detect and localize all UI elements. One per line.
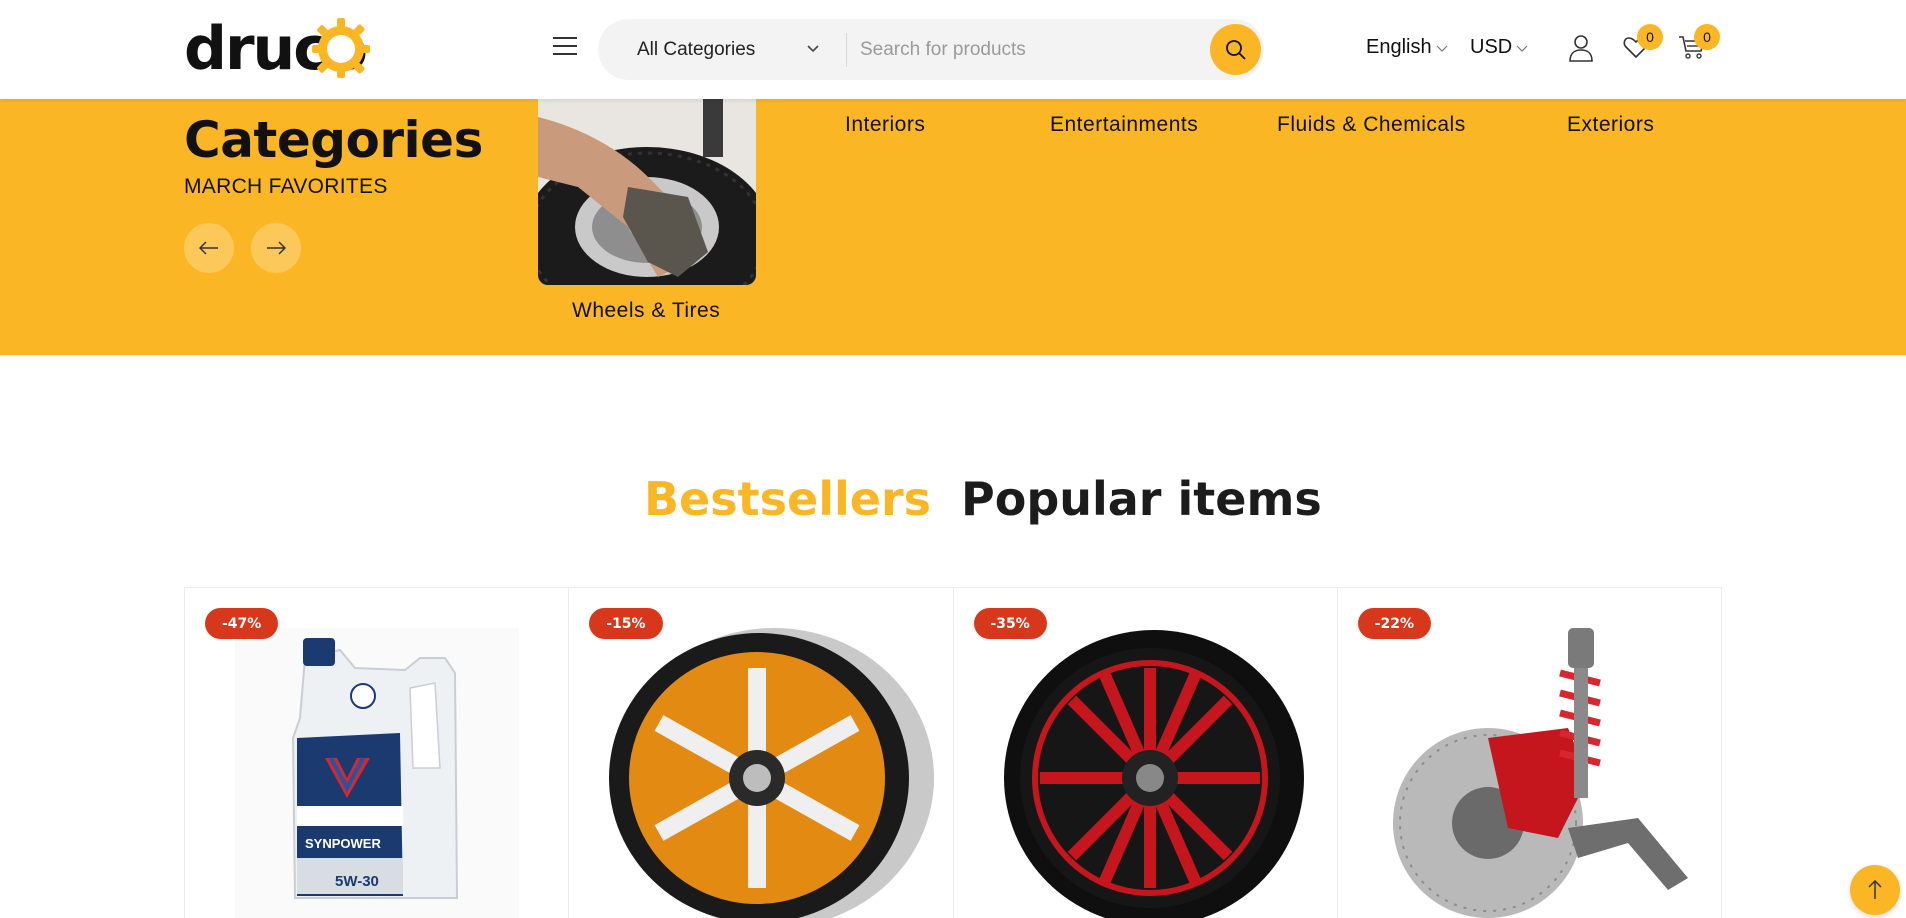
currency-label: USD [1470, 36, 1513, 58]
search-icon [1225, 39, 1246, 60]
search-divider [846, 33, 847, 67]
discount-badge: -22% [1357, 608, 1432, 639]
oil-grade-text: 5W-30 [335, 873, 379, 890]
wishlist-button[interactable]: 0 [1623, 24, 1663, 65]
category-item-entertainments[interactable]: Entertainments [1050, 113, 1198, 137]
product-card[interactable]: -15% [569, 588, 954, 918]
prev-button[interactable] [184, 223, 234, 273]
chevron-down-icon [1436, 45, 1448, 52]
discount-badge: -47% [205, 608, 279, 639]
orange-wheel-image [609, 628, 935, 918]
category-item-exteriors[interactable]: Exteriors [1567, 113, 1654, 137]
site-header: druco All Categories Search for products… [0, 0, 1906, 99]
categories-title: Categories [184, 111, 483, 169]
discount-badge: -35% [973, 608, 1047, 639]
arrow-left-icon [199, 241, 218, 255]
gear-icon [312, 18, 370, 78]
categories-subtitle: MARCH FAVORITES [184, 175, 388, 198]
menu-icon[interactable] [553, 37, 579, 59]
product-card[interactable]: -22% [1338, 588, 1722, 918]
logo[interactable]: druco [184, 14, 370, 84]
category-item-interiors[interactable]: Interiors [845, 113, 925, 137]
chevron-down-icon [1516, 45, 1528, 52]
product-grid: Valvoline SYNPOWER 5W-30 -47% -15% -35% … [184, 587, 1722, 918]
currency-select[interactable]: USD [1470, 36, 1528, 59]
language-label: English [1366, 36, 1432, 58]
language-select[interactable]: English [1366, 36, 1448, 59]
account-button[interactable] [1568, 34, 1594, 67]
product-card[interactable]: Valvoline SYNPOWER 5W-30 -47% [185, 588, 570, 918]
discount-badge: -15% [589, 608, 663, 639]
chevron-down-icon [807, 45, 819, 53]
cart-count-badge: 0 [1694, 24, 1720, 50]
user-icon [1569, 35, 1593, 62]
arrow-up-icon [1868, 880, 1882, 899]
brake-suspension-image [1392, 628, 1688, 918]
search-button[interactable] [1210, 24, 1261, 75]
search-input[interactable] [860, 29, 1190, 70]
cart-button[interactable]: 0 [1678, 24, 1720, 65]
arrow-right-icon [267, 241, 286, 255]
scroll-to-top-button[interactable] [1850, 865, 1900, 915]
oil-brand-text: Valvoline [321, 794, 377, 809]
category-item-wheels-tires[interactable]: Wheels & Tires [572, 299, 720, 323]
search-bar: All Categories [598, 19, 1264, 80]
next-button[interactable] [251, 223, 301, 273]
category-select-label: All Categories [637, 38, 756, 60]
wishlist-count-badge: 0 [1637, 24, 1663, 50]
oil-product-text: SYNPOWER [305, 836, 381, 851]
category-image-wheels-tires[interactable] [538, 99, 756, 285]
category-item-fluids-chemicals[interactable]: Fluids & Chemicals [1277, 113, 1466, 137]
motor-oil-image: Valvoline SYNPOWER 5W-30 [235, 628, 519, 918]
red-wheel-image [1003, 630, 1304, 918]
tab-popular-items[interactable]: Popular items [961, 472, 1322, 526]
categories-section: Categories MARCH FAVORITES Wheels & Tire… [0, 99, 1906, 355]
tab-bestsellers[interactable]: Bestsellers [644, 472, 931, 526]
product-card[interactable]: -35% [954, 588, 1338, 918]
